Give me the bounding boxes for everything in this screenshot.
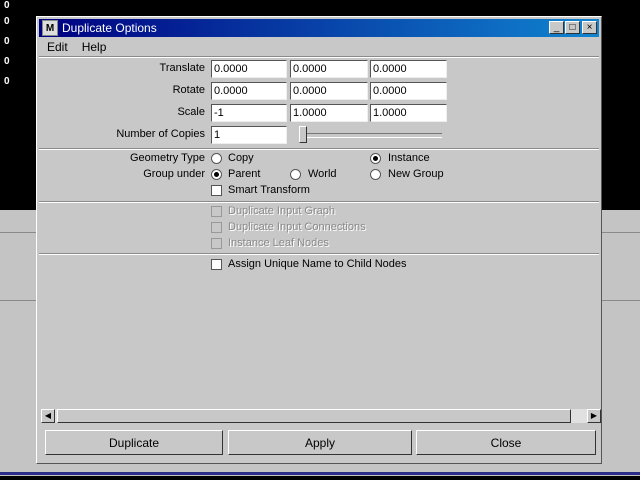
unique-names-label: Assign Unique Name to Child Nodes [228,258,407,270]
smart-transform-label: Smart Transform [228,184,310,196]
geometry-instance-label: Instance [388,152,430,164]
menu-edit[interactable]: Edit [47,40,68,54]
scrollbar-thumb[interactable] [57,409,571,423]
duplicate-options-dialog: M Duplicate Options _ □ × Edit Help Tran… [36,16,602,464]
scale-z-field[interactable]: 1.0000 [370,104,447,122]
scroll-right-icon[interactable]: ▶ [587,409,601,423]
translate-y-field[interactable]: 0.0000 [290,60,368,78]
group-under-label: Group under [143,168,205,180]
smart-transform-checkbox[interactable] [211,185,222,196]
translate-x-field[interactable]: 0.0000 [211,60,287,78]
separator [39,56,599,58]
group-new-group-radio[interactable] [370,169,381,180]
side-number: 0 [4,76,10,87]
rotate-label: Rotate [172,84,205,96]
rotate-x-field[interactable]: 0.0000 [211,82,287,100]
group-parent-label: Parent [228,168,261,180]
minimize-icon[interactable]: _ [549,21,564,34]
side-number: 0 [4,0,10,11]
geometry-copy-label: Copy [228,152,254,164]
duplicate-button[interactable]: Duplicate [45,430,223,455]
window-title: Duplicate Options [62,21,157,35]
apply-button[interactable]: Apply [228,430,412,455]
side-number: 0 [4,16,10,27]
viewport-bottom-bar [0,472,640,475]
separator [39,253,599,255]
instance-leaf-nodes-checkbox[interactable] [211,238,222,249]
duplicate-input-graph-checkbox[interactable] [211,206,222,217]
side-number: 0 [4,56,10,67]
copies-slider-handle[interactable] [299,126,307,143]
group-world-radio[interactable] [290,169,301,180]
copies-slider-track[interactable] [299,133,442,138]
separator [39,148,599,150]
copies-label: Number of Copies [116,128,205,140]
duplicate-input-graph-label: Duplicate Input Graph [228,205,336,217]
rotate-z-field[interactable]: 0.0000 [370,82,447,100]
maximize-icon[interactable]: □ [565,21,580,34]
geometry-copy-radio[interactable] [211,153,222,164]
copies-field[interactable]: 1 [211,126,287,144]
geometry-instance-radio[interactable] [370,153,381,164]
geometry-type-label: Geometry Type [130,152,205,164]
unique-names-checkbox[interactable] [211,259,222,270]
close-icon[interactable]: × [582,21,597,34]
close-button[interactable]: Close [416,430,596,455]
menu-bar: Edit Help [39,38,599,56]
group-new-group-label: New Group [388,168,444,180]
separator [39,201,599,203]
group-world-label: World [308,168,337,180]
menu-help[interactable]: Help [82,40,107,54]
rotate-y-field[interactable]: 0.0000 [290,82,368,100]
horizontal-scrollbar[interactable]: ◀ ▶ [41,409,601,423]
duplicate-input-connections-label: Duplicate Input Connections [228,221,366,233]
maya-icon: M [42,20,58,36]
scale-x-field[interactable]: -1 [211,104,287,122]
translate-label: Translate [159,62,205,74]
translate-z-field[interactable]: 0.0000 [370,60,447,78]
side-number: 0 [4,36,10,47]
instance-leaf-nodes-label: Instance Leaf Nodes [228,237,329,249]
duplicate-input-connections-checkbox[interactable] [211,222,222,233]
group-parent-radio[interactable] [211,169,222,180]
scale-label: Scale [177,106,205,118]
title-bar[interactable]: M Duplicate Options _ □ × [39,19,599,37]
scroll-left-icon[interactable]: ◀ [41,409,55,423]
scale-y-field[interactable]: 1.0000 [290,104,368,122]
